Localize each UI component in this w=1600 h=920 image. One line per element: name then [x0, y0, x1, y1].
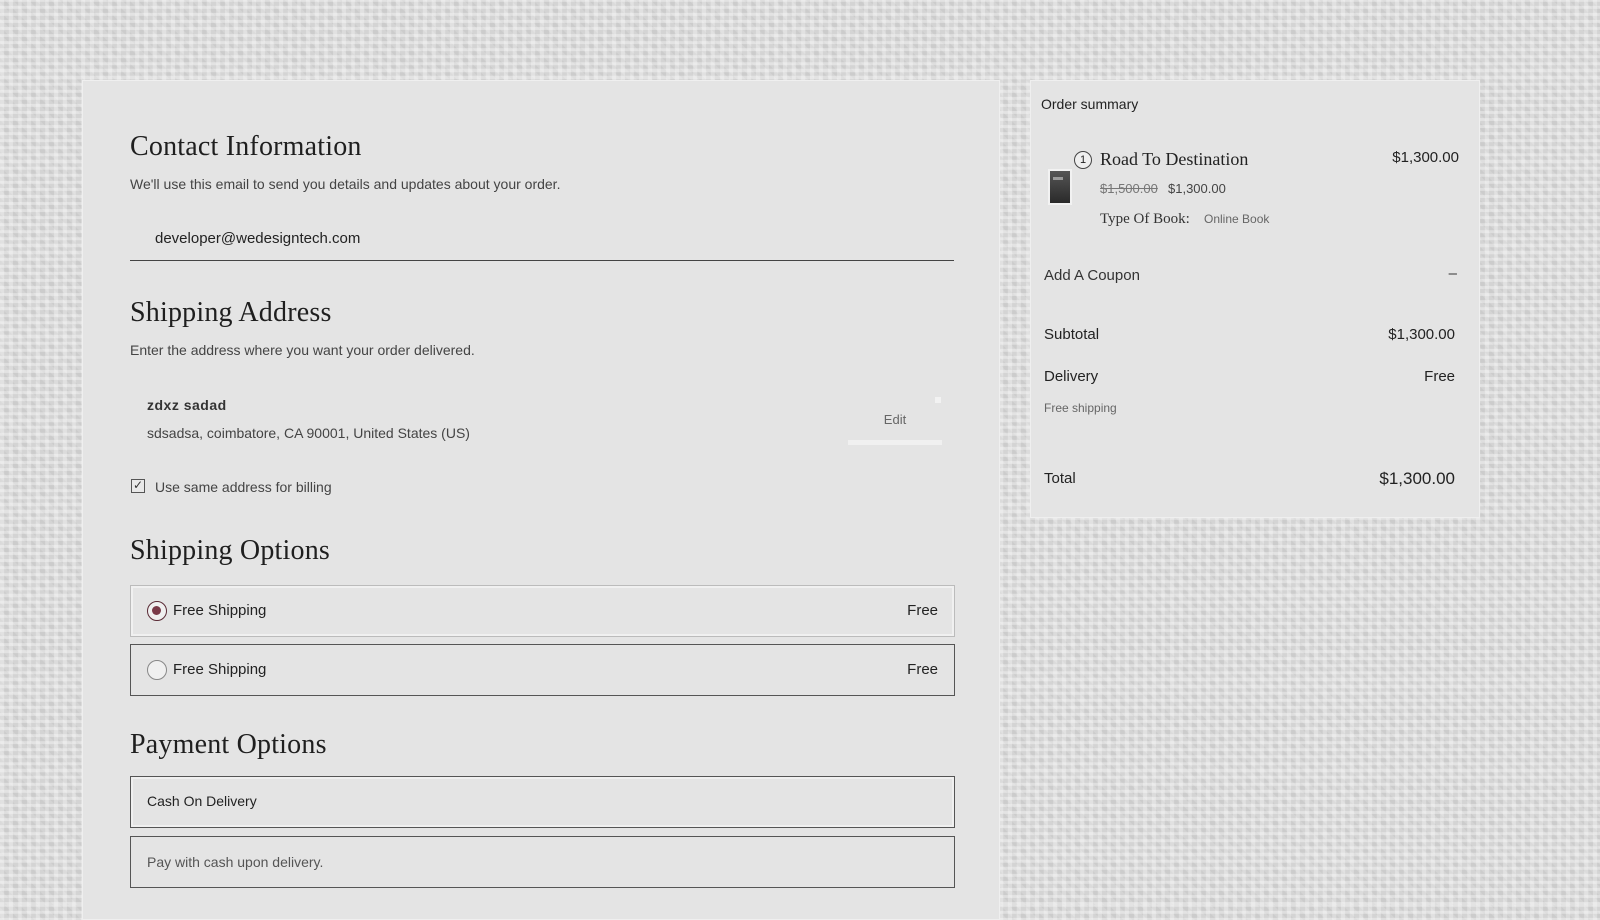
delivery-label: Delivery	[1044, 368, 1099, 385]
radio-unselected-icon[interactable]	[147, 660, 167, 680]
shipping-option-free-1[interactable]: Free Shipping Free	[130, 585, 955, 637]
shipping-option-price: Free	[907, 602, 938, 619]
payment-method-label: Cash On Delivery	[147, 793, 257, 809]
shipping-options-title: Shipping Options	[130, 535, 331, 566]
add-coupon-label[interactable]: Add A Coupon	[1044, 267, 1140, 284]
shipping-option-label: Free Shipping	[173, 661, 267, 678]
order-summary-panel: Order summary 1 Road To Destination $1,3…	[1030, 80, 1480, 518]
edit-address-button[interactable]: Edit	[848, 401, 942, 445]
product-meta-value: Online Book	[1204, 212, 1270, 226]
total-value: $1,300.00	[1379, 469, 1455, 488]
billing-same-label[interactable]: Use same address for billing	[155, 479, 332, 495]
product-sale-price: $1,300.00	[1168, 181, 1226, 196]
product-original-price: $1,500.00	[1100, 181, 1158, 196]
shipping-address-title: Shipping Address	[130, 297, 332, 328]
shipping-option-free-2[interactable]: Free Shipping Free	[130, 644, 955, 696]
address-line: sdsadsa, coimbatore, CA 90001, United St…	[147, 425, 470, 441]
payment-method-description-box: Pay with cash upon delivery.	[130, 836, 955, 888]
payment-options-title: Payment Options	[130, 729, 327, 760]
product-meta-key: Type Of Book:	[1100, 211, 1190, 227]
total-label: Total	[1044, 470, 1076, 487]
delivery-note: Free shipping	[1044, 401, 1117, 415]
shipping-address-subtitle: Enter the address where you want your or…	[130, 342, 475, 358]
billing-same-checkbox[interactable]: ✓	[131, 479, 145, 493]
subtotal-value: $1,300.00	[1388, 326, 1455, 343]
order-summary-heading: Order summary	[1041, 96, 1139, 112]
contact-information-subtitle: We'll use this email to send you details…	[130, 176, 561, 192]
product-line-total: $1,300.00	[1392, 149, 1459, 166]
collapse-icon[interactable]: –	[1449, 265, 1457, 282]
product-name: Road To Destination	[1100, 149, 1249, 169]
add-coupon-toggle[interactable]: Add A Coupon –	[1044, 265, 1457, 289]
address-name: zdxz sadad	[147, 397, 227, 413]
payment-method-cash-on-delivery[interactable]: Cash On Delivery	[130, 776, 955, 828]
email-field[interactable]: developer@wedesigntech.com	[130, 217, 954, 261]
shipping-option-price: Free	[907, 661, 938, 678]
shipping-option-label: Free Shipping	[173, 602, 267, 619]
payment-method-description: Pay with cash upon delivery.	[147, 854, 324, 870]
delivery-value: Free	[1424, 368, 1455, 385]
subtotal-label: Subtotal	[1044, 326, 1100, 343]
radio-selected-icon[interactable]	[147, 601, 167, 621]
quantity-badge: 1	[1074, 151, 1092, 169]
contact-information-title: Contact Information	[130, 131, 362, 162]
book-thumbnail-icon	[1048, 169, 1072, 205]
checkout-form-panel: Contact Information We'll use this email…	[82, 80, 1000, 920]
